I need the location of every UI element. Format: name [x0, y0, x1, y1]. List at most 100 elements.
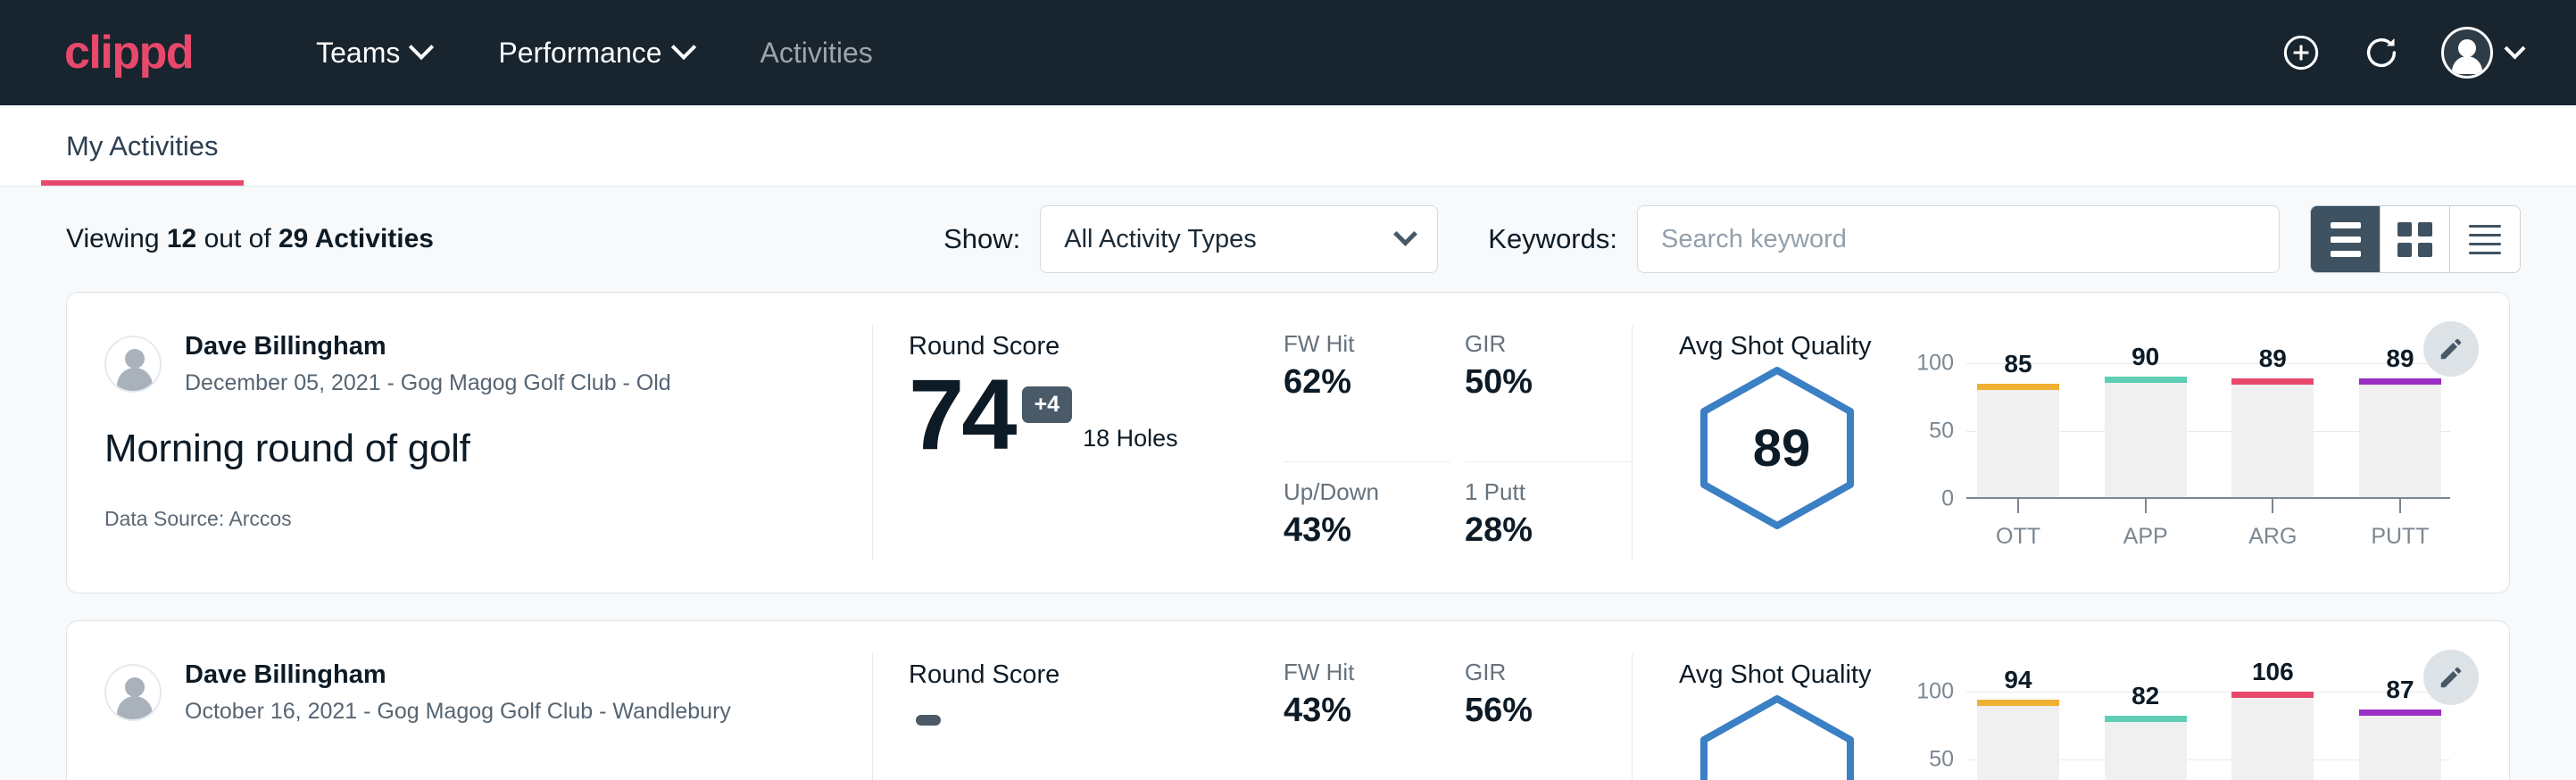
bar-cap	[2359, 378, 2441, 385]
y-tick-100: 100	[1916, 351, 1954, 377]
compact-view-toggle[interactable]	[2450, 206, 2520, 272]
viewing-middle: out of	[204, 224, 271, 253]
chevron-down-icon	[1393, 222, 1417, 246]
edit-activity-button[interactable]	[2423, 650, 2479, 705]
bar-app: 82	[2105, 716, 2187, 780]
bar-value-label: 106	[2231, 658, 2314, 686]
x-label-app: APP	[2105, 524, 2187, 550]
round-stats-grid: FW Hit 62% GIR 50% Up/Down 43% 1 Putt 28…	[1284, 293, 1632, 593]
keywords-label: Keywords:	[1488, 223, 1617, 255]
viewing-count-text: Viewing 12 out of 29 Activities	[66, 224, 434, 254]
account-menu[interactable]	[2441, 27, 2522, 79]
activity-card[interactable]: Dave Billingham December 05, 2021 - Gog …	[66, 292, 2510, 593]
activity-date-course: October 16, 2021 - Gog Magog Golf Club -…	[185, 699, 731, 725]
bar-arg: 106	[2231, 692, 2314, 780]
activity-summary: Dave Billingham October 16, 2021 - Gog M…	[67, 621, 872, 780]
avatar	[2441, 27, 2493, 79]
stat-up-down: Up/Down 43%	[1284, 462, 1450, 593]
main-nav: Teams Performance Activities	[282, 37, 907, 70]
bar-arg: 89	[2231, 378, 2314, 498]
nav-item-label: Teams	[316, 37, 400, 70]
app-logo[interactable]: clippd	[64, 29, 193, 76]
user-avatar	[104, 336, 162, 393]
nav-item-label: Performance	[498, 37, 661, 70]
nav-item-teams[interactable]: Teams	[282, 37, 464, 70]
quality-hexagon	[1688, 692, 1875, 780]
activity-type-value: All Activity Types	[1064, 225, 1256, 254]
grid-view-toggle[interactable]	[2381, 206, 2450, 272]
view-mode-toggle-group	[2310, 205, 2521, 273]
bar-column: 89	[2231, 363, 2314, 497]
round-stats-grid: FW Hit 43% GIR 56%	[1284, 621, 1632, 780]
score-differential-badge	[916, 715, 941, 726]
tab-my-activities[interactable]: My Activities	[41, 130, 244, 186]
x-label-ott: OTT	[1977, 524, 2059, 550]
activity-date-course: December 05, 2021 - Gog Magog Golf Club …	[185, 370, 671, 396]
round-score-section: Round Score 74 +4 18 Holes	[873, 293, 1284, 593]
edit-activity-button[interactable]	[2423, 321, 2479, 377]
add-icon[interactable]	[2281, 32, 2322, 73]
avg-shot-quality-value: 89	[1688, 419, 1875, 478]
bar-value-label: 82	[2105, 682, 2187, 710]
data-source-label: Data Source: Arccos	[104, 507, 872, 531]
bar-column: 94	[1977, 692, 2059, 780]
stat-value: 43%	[1284, 511, 1427, 550]
x-label-putt: PUTT	[2359, 524, 2441, 550]
shot-quality-bar-chart: 100 50 0 948210687 OTTAPPARGPUTT	[1906, 692, 2450, 780]
viewing-prefix: Viewing	[66, 224, 160, 253]
bar-app: 90	[2105, 377, 2187, 497]
stat-label: FW Hit	[1284, 659, 1427, 686]
user-row: Dave Billingham October 16, 2021 - Gog M…	[104, 660, 872, 725]
y-tick-50: 50	[1929, 747, 1954, 773]
round-score-label: Round Score	[909, 332, 1284, 361]
filter-controls: Show: All Activity Types Keywords:	[943, 205, 2521, 273]
stat-gir: GIR 50%	[1465, 330, 1632, 462]
nav-item-performance[interactable]: Performance	[464, 37, 726, 70]
stat-value: 43%	[1284, 692, 1427, 730]
bar-cap	[1977, 384, 2059, 390]
y-tick-0: 0	[1941, 486, 1954, 512]
activity-summary: Dave Billingham December 05, 2021 - Gog …	[67, 293, 872, 593]
activity-type-select[interactable]: All Activity Types	[1040, 205, 1438, 273]
bar-column: 87	[2359, 692, 2441, 780]
viewing-count: 12	[167, 224, 196, 253]
holes-label: 18 Holes	[1083, 425, 1178, 463]
quality-hexagon: 89	[1688, 363, 1875, 537]
avg-shot-quality-section: Avg Shot Quality 100 50 0	[1633, 621, 2509, 780]
bar-value-label: 94	[1977, 666, 2059, 694]
chevron-down-icon	[2504, 37, 2525, 59]
show-label: Show:	[943, 223, 1020, 255]
stat-value: 50%	[1465, 363, 1608, 402]
bar-cap	[2231, 692, 2314, 698]
search-input[interactable]	[1637, 205, 2280, 273]
refresh-icon[interactable]	[2361, 32, 2402, 73]
bar-cap	[2231, 378, 2314, 385]
stat-1-putt: 1 Putt 28%	[1465, 462, 1632, 593]
bar-value-label: 89	[2231, 344, 2314, 373]
score-differential-badge: +4	[1022, 386, 1073, 423]
bar-putt: 87	[2359, 709, 2441, 780]
bar-cap	[2105, 377, 2187, 383]
tab-label: My Activities	[66, 130, 219, 162]
bar-ott: 85	[1977, 384, 2059, 498]
x-tick	[2399, 497, 2401, 513]
bar-column: 85	[1977, 363, 2059, 497]
stat-fw-hit: FW Hit 43%	[1284, 659, 1450, 780]
x-tick	[2272, 497, 2273, 513]
nav-item-activities[interactable]: Activities	[727, 37, 907, 70]
list-view-toggle[interactable]	[2311, 206, 2381, 272]
filter-bar: Viewing 12 out of 29 Activities Show: Al…	[0, 187, 2576, 292]
bar-cap	[2105, 716, 2187, 722]
activity-card[interactable]: Dave Billingham October 16, 2021 - Gog M…	[66, 620, 2510, 780]
user-row: Dave Billingham December 05, 2021 - Gog …	[104, 332, 872, 396]
bar-cap	[2359, 709, 2441, 716]
y-tick-100: 100	[1916, 679, 1954, 705]
round-score-section: Round Score	[873, 621, 1284, 780]
user-name: Dave Billingham	[185, 332, 671, 361]
bar-column: 82	[2105, 692, 2187, 780]
bar-column: 106	[2231, 692, 2314, 780]
top-navigation-bar: clippd Teams Performance Activities	[0, 0, 2576, 105]
tab-bar: My Activities	[0, 105, 2576, 187]
bar-value-label: 90	[2105, 343, 2187, 371]
bar-column: 89	[2359, 363, 2441, 497]
